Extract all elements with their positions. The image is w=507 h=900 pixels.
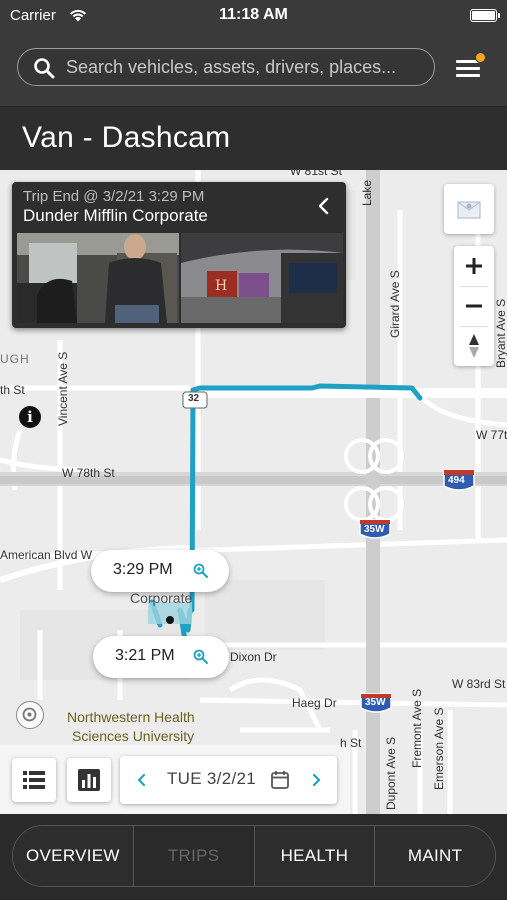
- tab-bar: OVERVIEW TRIPS HEALTH MAINT: [12, 825, 496, 887]
- zoom-in-button[interactable]: [454, 246, 494, 286]
- zoom-to-icon: [193, 563, 208, 578]
- clock: 11:18 AM: [219, 6, 288, 23]
- search-box[interactable]: [17, 48, 435, 86]
- compass-logo-icon: [22, 707, 37, 722]
- tab-bar-area: OVERVIEW TRIPS HEALTH MAINT: [0, 814, 507, 900]
- map-label-w78th: W 78th St: [62, 466, 115, 480]
- map-label-ugh: UGH: [0, 352, 30, 366]
- highway-shield-35w-south: 35W: [365, 697, 386, 708]
- map-label-w77th: W 77th: [476, 428, 507, 442]
- map-label-dupont: Dupont Ave S: [384, 736, 398, 810]
- dashcam-road-image: H: [181, 233, 343, 323]
- highway-shield-494: 494: [448, 475, 465, 486]
- chevron-left-icon: [318, 197, 329, 215]
- tab-overview[interactable]: OVERVIEW: [13, 826, 134, 886]
- date-picker: TUE 3/2/21: [120, 756, 337, 804]
- chevron-left-icon: [137, 773, 146, 787]
- tab-maint[interactable]: MAINT: [375, 826, 495, 886]
- search-icon: [34, 58, 55, 79]
- route-shield-32: 32: [188, 393, 200, 404]
- search-input[interactable]: [66, 53, 426, 81]
- map-label-fremont: Fremont Ave S: [410, 688, 424, 768]
- minus-icon: [466, 304, 482, 308]
- map-label-emerson: Emerson Ave S: [432, 707, 446, 791]
- tab-health[interactable]: HEALTH: [254, 826, 376, 886]
- map-label-university-line1: Northwestern Health: [67, 709, 195, 725]
- dashcam-driver-image: [17, 233, 179, 323]
- map-label-w83rd: W 83rd St: [452, 677, 506, 691]
- notification-dot: [475, 52, 486, 63]
- map-label-dixon: Dixon Dr: [230, 650, 277, 664]
- tab-trips[interactable]: TRIPS: [133, 826, 255, 886]
- map-label-university-line2: Sciences University: [72, 728, 195, 744]
- calendar-icon[interactable]: [270, 769, 290, 791]
- hamburger-line: [456, 67, 480, 70]
- map-label-lake: Lake: [360, 179, 374, 206]
- compass-icon: [469, 334, 479, 358]
- previous-day-button[interactable]: [132, 769, 152, 791]
- trip-card[interactable]: Trip End @ 3/2/21 3:29 PM Dunder Mifflin…: [12, 182, 346, 328]
- page-title: Van - Dashcam: [22, 121, 231, 154]
- report-button[interactable]: [67, 758, 111, 802]
- collapse-button[interactable]: [316, 196, 332, 216]
- zoom-out-button[interactable]: [454, 286, 494, 326]
- map-layers-button[interactable]: [444, 184, 494, 234]
- trip-location: Dunder Mifflin Corporate: [23, 206, 208, 225]
- map-layers-icon: [457, 201, 481, 219]
- map-label-th-st: th St: [0, 383, 25, 397]
- hamburger-line: [456, 74, 480, 77]
- map-legal-icon[interactable]: [16, 701, 44, 729]
- map-label-girard: Girard Ave S: [388, 270, 402, 338]
- time-pill-end[interactable]: 3:29 PM: [91, 550, 229, 592]
- map-label-h-st: h St: [340, 736, 362, 750]
- status-bar: Carrier 11:18 AM: [0, 0, 507, 30]
- zoom-to-icon: [193, 649, 208, 664]
- dashcam-thumbnail-driver[interactable]: [17, 233, 179, 323]
- map-label-w81st: W 81st St: [290, 170, 343, 178]
- title-bar: Van - Dashcam: [0, 106, 507, 170]
- time-pill-start[interactable]: 3:21 PM: [93, 636, 229, 678]
- info-button[interactable]: i: [19, 406, 41, 428]
- compass-button[interactable]: [454, 326, 494, 366]
- map-label-vincent: Vincent Ave S: [56, 351, 70, 426]
- map-label-haeg: Haeg Dr: [292, 696, 337, 710]
- dashcam-thumbnail-road[interactable]: H: [181, 233, 343, 323]
- map-label-corporate: Corporate: [130, 590, 193, 606]
- selected-date[interactable]: TUE 3/2/21: [167, 769, 256, 789]
- time-pill-label: 3:21 PM: [115, 647, 175, 664]
- menu-button[interactable]: [452, 52, 486, 82]
- list-icon: [23, 771, 45, 789]
- highway-shield-35w: 35W: [364, 524, 385, 535]
- list-view-button[interactable]: [12, 758, 56, 802]
- search-header: [0, 30, 507, 106]
- map-label-american-blvd: American Blvd W: [0, 548, 93, 562]
- map[interactable]: W 78th St American Blvd W Vincent Ave S …: [0, 170, 507, 814]
- time-pill-label: 3:29 PM: [113, 561, 173, 578]
- next-day-button[interactable]: [306, 769, 326, 791]
- svg-text:H: H: [215, 278, 227, 294]
- battery-icon: [470, 9, 500, 22]
- map-label-bryant: Bryant Ave S: [494, 298, 507, 368]
- bar-chart-icon: [78, 769, 100, 791]
- chevron-right-icon: [312, 773, 321, 787]
- zoom-control: [454, 246, 494, 366]
- trip-end-label: Trip End @ 3/2/21 3:29 PM: [23, 188, 205, 205]
- plus-icon: [466, 258, 482, 274]
